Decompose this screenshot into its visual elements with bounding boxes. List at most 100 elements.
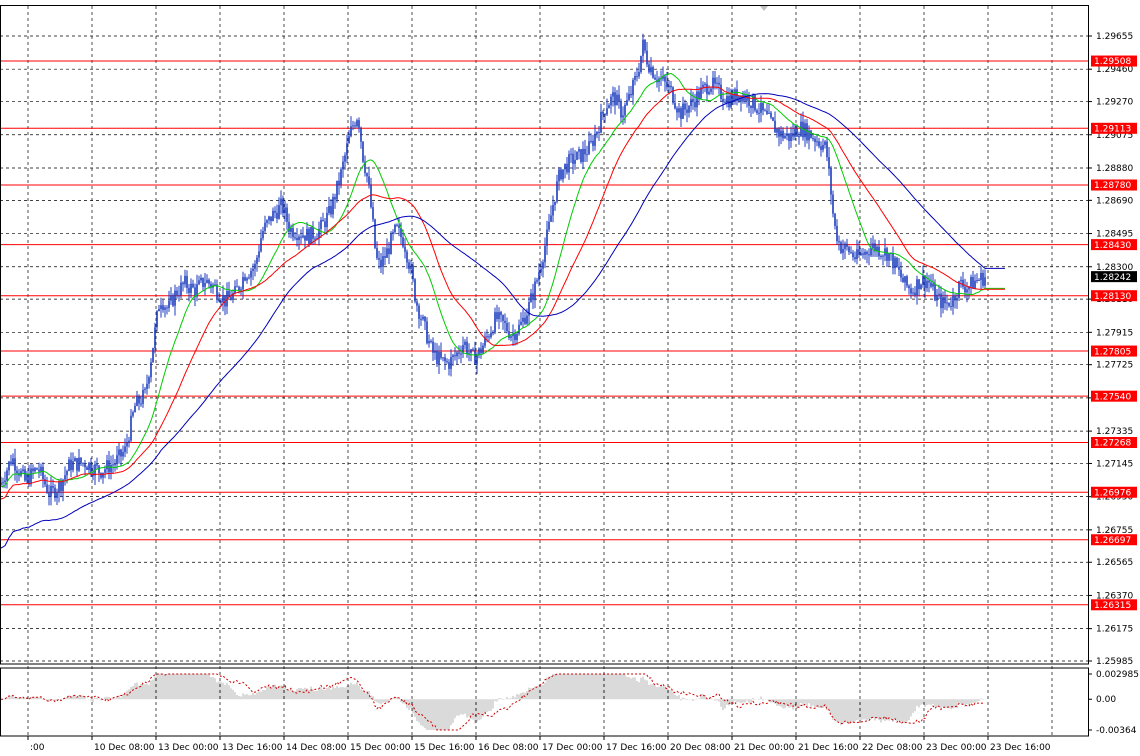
candle-body [182,282,184,285]
candle-body [844,243,846,249]
candle-body [610,96,612,106]
candle-body [904,276,906,283]
candle-body [498,312,500,320]
level-tag: 1.28130 [1094,292,1131,302]
candle-body [346,143,348,156]
candle-body [474,349,476,365]
time-tick-label: 23 Dec 00:00 [926,743,987,753]
candle-body [522,317,524,322]
candle-body [574,159,576,164]
candle-body [936,294,938,301]
candle-body [284,207,286,214]
candle-body [80,457,82,464]
chart-background [0,0,1140,756]
candle-body [866,251,868,255]
candle-body [102,472,104,478]
candle-body [638,72,640,77]
candle-body [206,279,208,283]
candle-body [536,280,538,282]
candle-body [472,349,474,351]
candle-body [906,276,908,286]
candle-body [788,133,790,142]
candle-body [790,133,792,142]
price-chart[interactable]: 1.296551.294601.292701.290751.288801.286… [0,0,1140,756]
candle-body [302,235,304,238]
candle-body [796,128,798,137]
candle-body [852,252,854,258]
candle-body [510,336,512,338]
candle-body [628,93,630,101]
candle-body [646,50,648,65]
candle-body [954,295,956,301]
candle-body [300,236,302,238]
candle-body [860,253,862,255]
candle-body [422,316,424,320]
candle-body [248,277,250,279]
candle-body [376,247,378,259]
candle-body [424,316,426,322]
candle-body [446,361,448,363]
candle-body [90,462,92,473]
candle-body [730,94,732,108]
candle-body [692,99,694,102]
candle-body [894,257,896,269]
candle-body [434,350,436,353]
candle-body [768,112,770,114]
candle-body [654,77,656,80]
candle-body [774,120,776,133]
candle-body [452,355,454,358]
candle-body [4,480,6,483]
candle-body [494,312,496,333]
candle-body [56,492,58,498]
price-tick-label: 1.28495 [1096,230,1133,240]
candle-body [458,352,460,354]
time-tick-label: 15 Dec 00:00 [350,743,411,753]
candle-body [810,130,812,139]
candle-body [940,293,942,309]
candle-body [680,108,682,119]
candle-body [816,141,818,143]
candle-body [178,295,180,297]
candle-body [966,289,968,293]
candle-body [518,324,520,334]
candle-body [198,280,200,285]
time-tick-label: 14 Dec 08:00 [286,743,347,753]
time-tick-label: 20 Dec 08:00 [670,743,731,753]
candle-body [68,459,70,471]
level-tag: 1.29508 [1094,57,1131,67]
candle-body [908,285,910,289]
candle-body [286,207,288,222]
candle-body [356,120,358,127]
candle-body [98,465,100,473]
candle-body [88,462,90,470]
candle-body [152,347,154,363]
price-tick-label: 1.26565 [1096,558,1133,568]
candle-body [520,321,522,325]
candle-body [820,146,822,150]
candle-body [394,224,396,233]
price-tick-label: 1.27915 [1096,328,1133,338]
candle-body [38,469,40,472]
candle-body [842,248,844,253]
candle-body [432,341,434,353]
candle-body [172,295,174,306]
candle-body [772,117,774,121]
candle-body [588,141,590,155]
candle-body [204,282,206,287]
candle-body [174,290,176,306]
candle-body [922,275,924,285]
candle-body [260,238,262,252]
candle-body [640,55,642,73]
candle-body [460,353,462,355]
candle-body [648,64,650,73]
price-tick-label: 1.26175 [1096,625,1133,635]
candle-body [216,284,218,299]
candle-body [240,289,242,291]
candle-body [678,108,680,113]
candle-body [818,141,820,147]
candle-body [916,279,918,296]
candle-body [964,286,966,293]
candle-body [418,305,420,319]
candle-body [184,275,186,285]
candle-body [980,272,982,281]
